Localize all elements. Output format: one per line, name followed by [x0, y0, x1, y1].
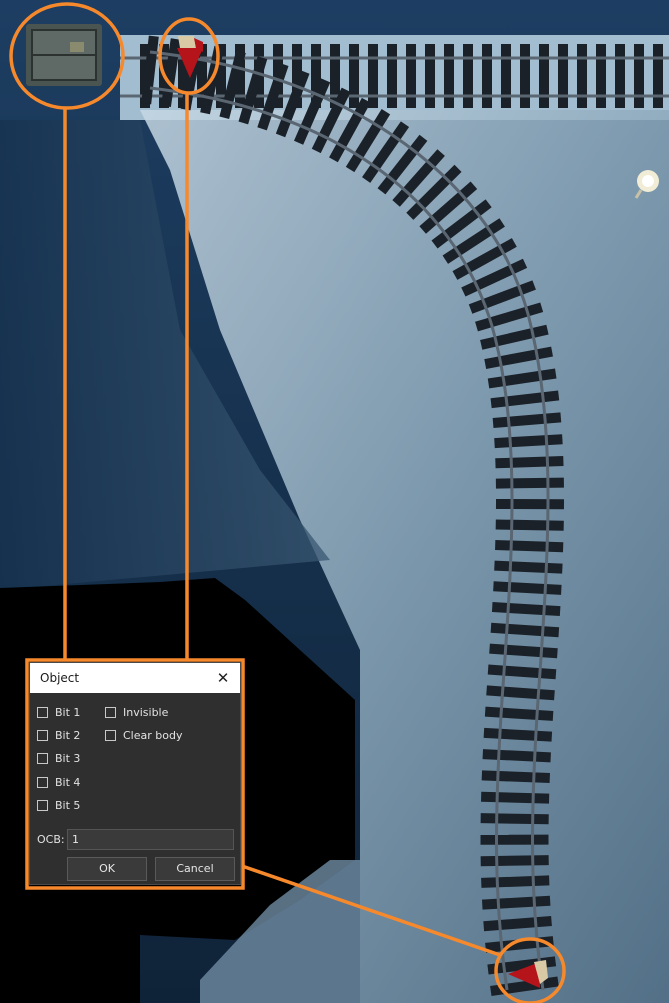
- track-tie: [596, 44, 606, 108]
- checkbox-clear-body[interactable]: [105, 729, 116, 741]
- track-tie: [480, 813, 549, 825]
- checkbox-label-bit-3: Bit 3: [55, 751, 81, 765]
- checkbox-row-bit-1[interactable]: Bit 1: [37, 704, 80, 720]
- ocb-input[interactable]: [67, 829, 234, 850]
- track-tie: [539, 44, 549, 108]
- track-tie: [480, 855, 549, 867]
- dialog-titlebar: Object ✕: [30, 663, 240, 693]
- track-tie: [495, 519, 564, 531]
- checkbox-row-bit-2[interactable]: Bit 2: [37, 727, 80, 743]
- checkbox-label-clear-body: Clear body: [123, 728, 183, 742]
- track-tie: [444, 44, 454, 108]
- checkbox-row-clear-body[interactable]: Clear body: [105, 727, 182, 743]
- dialog-title: Object: [40, 671, 80, 685]
- track-tie: [480, 834, 549, 845]
- track-tie: [495, 498, 565, 510]
- checkbox-bit-4[interactable]: [37, 776, 48, 788]
- checkbox-bit-2[interactable]: [37, 729, 48, 741]
- checkbox-bit-1[interactable]: [37, 706, 48, 718]
- track-tie: [406, 44, 416, 108]
- checkbox-label-bit-1: Bit 1: [55, 705, 81, 719]
- track-tie: [577, 44, 587, 108]
- track-tie: [501, 44, 511, 108]
- checkbox-label-bit-2: Bit 2: [55, 728, 81, 742]
- track-tie: [463, 44, 473, 108]
- track-tie: [425, 44, 435, 108]
- checkbox-row-bit-4[interactable]: Bit 4: [37, 774, 80, 790]
- track-tie: [495, 477, 564, 489]
- track-tie: [368, 44, 378, 108]
- track-tie: [480, 791, 550, 804]
- track-tie: [558, 44, 568, 108]
- close-icon[interactable]: ✕: [214, 669, 232, 687]
- track-tie: [387, 44, 397, 108]
- ocb-label: OCB:: [37, 833, 65, 846]
- checkbox-label-bit-5: Bit 5: [55, 798, 81, 812]
- track-tie: [482, 44, 492, 108]
- checkbox-row-bit-5[interactable]: Bit 5: [37, 797, 80, 813]
- checkbox-label-invisible: Invisible: [123, 705, 169, 719]
- checkbox-label-bit-4: Bit 4: [55, 775, 81, 789]
- cancel-button[interactable]: Cancel: [155, 857, 235, 881]
- object-dialog: Object ✕ Bit 1 Bit 2 Bit 3 Bit 4 Bit 5 I…: [29, 662, 241, 885]
- track-tie: [349, 44, 359, 108]
- checkbox-row-invisible[interactable]: Invisible: [105, 704, 168, 720]
- ok-button[interactable]: OK: [67, 857, 147, 881]
- track-tie: [520, 44, 530, 108]
- mine-cart-icon[interactable]: [26, 24, 102, 86]
- checkbox-invisible[interactable]: [105, 706, 116, 718]
- checkbox-bit-3[interactable]: [37, 752, 48, 764]
- checkbox-bit-5[interactable]: [37, 799, 48, 811]
- checkbox-row-bit-3[interactable]: Bit 3: [37, 750, 80, 766]
- track-tie: [653, 44, 663, 108]
- track-tie: [634, 44, 644, 108]
- track-tie: [615, 44, 625, 108]
